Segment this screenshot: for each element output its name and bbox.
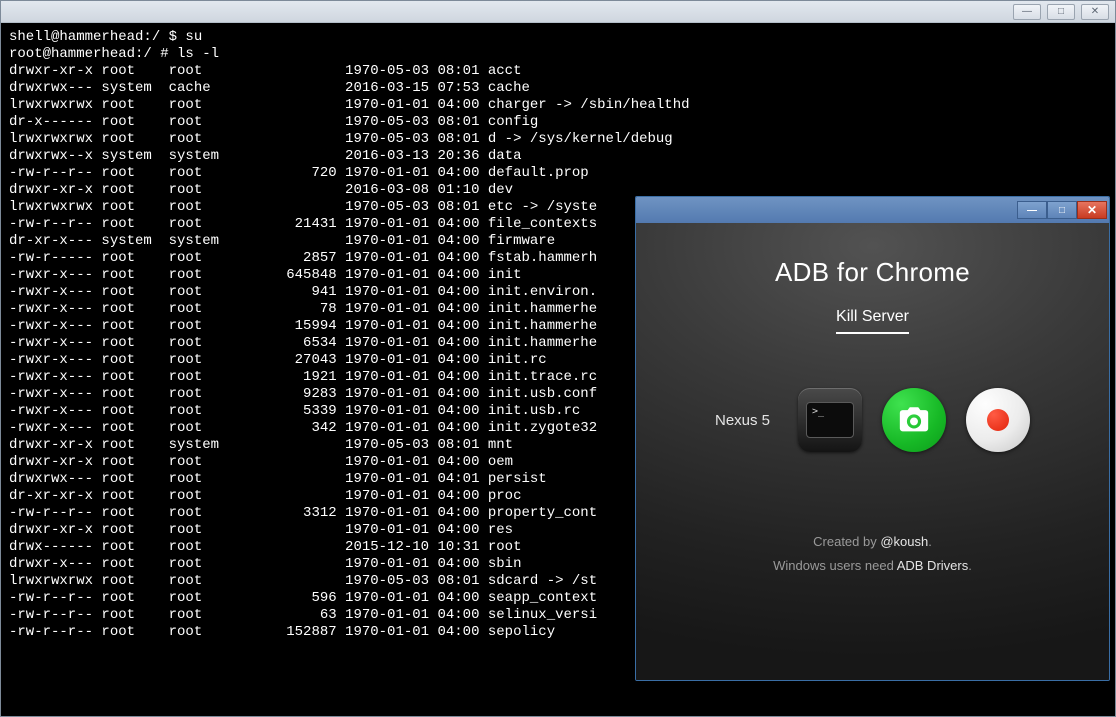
adb-title: ADB for Chrome [775, 257, 970, 288]
footer-text: Created by [813, 534, 880, 549]
record-button[interactable] [966, 388, 1030, 452]
record-icon [987, 409, 1009, 431]
adb-body: ADB for Chrome Kill Server Nexus 5 >_ Cr… [636, 223, 1109, 680]
adb-maximize-button[interactable]: □ [1047, 201, 1077, 219]
footer-text: Windows users need [773, 558, 897, 573]
adb-window: — □ ✕ ADB for Chrome Kill Server Nexus 5… [635, 196, 1110, 681]
terminal-minimize-button[interactable]: — [1013, 4, 1041, 20]
kill-server-button[interactable]: Kill Server [836, 308, 909, 334]
author-link[interactable]: @koush [880, 534, 928, 549]
screenshot-button[interactable] [882, 388, 946, 452]
adb-close-button[interactable]: ✕ [1077, 201, 1107, 219]
adb-footer: Created by @koush. Windows users need AD… [773, 530, 972, 578]
terminal-close-button[interactable]: ✕ [1081, 4, 1109, 20]
terminal-maximize-button[interactable]: □ [1047, 4, 1075, 20]
adb-minimize-button[interactable]: — [1017, 201, 1047, 219]
drivers-link[interactable]: ADB Drivers [897, 558, 969, 573]
device-label: Nexus 5 [715, 412, 770, 429]
terminal-titlebar[interactable]: — □ ✕ [1, 1, 1115, 23]
device-row: Nexus 5 >_ [715, 388, 1030, 452]
open-shell-button[interactable]: >_ [798, 388, 862, 452]
terminal-icon: >_ [806, 402, 854, 438]
adb-titlebar[interactable]: — □ ✕ [636, 197, 1109, 223]
camera-icon [897, 403, 931, 437]
